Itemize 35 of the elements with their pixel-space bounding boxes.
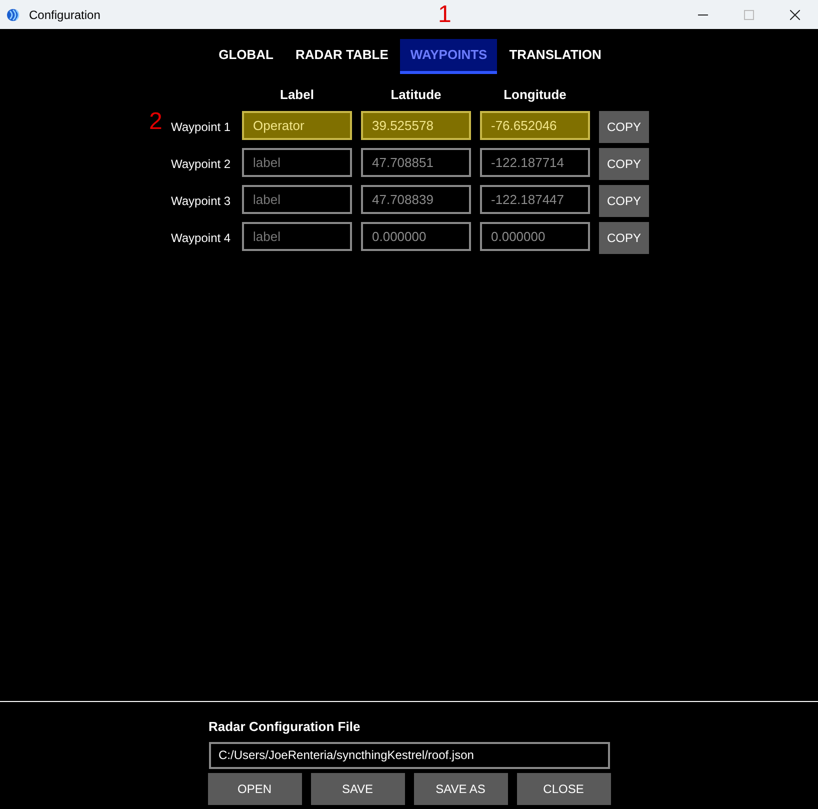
- input-field[interactable]: label: [242, 185, 352, 214]
- input-field[interactable]: -122.187714: [480, 148, 590, 177]
- waypoint-label: Waypoint 2: [171, 156, 232, 173]
- annotation-number: 2: [149, 109, 162, 135]
- copy-button[interactable]: COPY: [599, 185, 649, 217]
- file-button[interactable]: SAVE AS: [414, 772, 508, 804]
- tab[interactable]: WAYPOINTS: [400, 39, 498, 74]
- input-field[interactable]: 47.708851: [361, 148, 471, 177]
- input-field[interactable]: 0.000000: [361, 222, 471, 251]
- copy-button[interactable]: COPY: [599, 222, 649, 254]
- file-heading: Radar Configuration File: [208, 718, 362, 736]
- copy-button[interactable]: COPY: [599, 148, 649, 180]
- input-field[interactable]: 0.000000: [480, 222, 590, 251]
- waypoint-label: Waypoint 3: [171, 193, 232, 210]
- file-button[interactable]: SAVE: [310, 772, 404, 804]
- copy-button[interactable]: COPY: [599, 111, 649, 143]
- input-field[interactable]: 47.708839: [361, 185, 471, 214]
- input-field[interactable]: 39.525578: [361, 111, 471, 140]
- column-header: Longitude: [502, 86, 568, 104]
- close-icon[interactable]: [790, 10, 800, 20]
- input-field[interactable]: label: [242, 148, 352, 177]
- input-field[interactable]: label: [242, 222, 352, 251]
- app-logo-icon: [7, 8, 22, 20]
- annotation-number: 1: [438, 2, 452, 28]
- waypoint-label: Waypoint 4: [171, 230, 232, 247]
- file-button[interactable]: OPEN: [208, 772, 302, 804]
- waypoint-label: Waypoint 1: [171, 119, 232, 136]
- file-button[interactable]: CLOSE: [516, 772, 610, 804]
- window-title: Configuration: [29, 6, 100, 24]
- input-field[interactable]: -122.187447: [480, 185, 590, 214]
- input-field[interactable]: Operator: [242, 111, 352, 140]
- column-header: Label: [279, 86, 315, 104]
- column-header: Latitude: [390, 86, 442, 104]
- file-path-field[interactable]: C:/Users/JoeRenteria/syncthingKestrel/roof.json: [208, 742, 610, 768]
- input-field[interactable]: -76.652046: [480, 111, 590, 140]
